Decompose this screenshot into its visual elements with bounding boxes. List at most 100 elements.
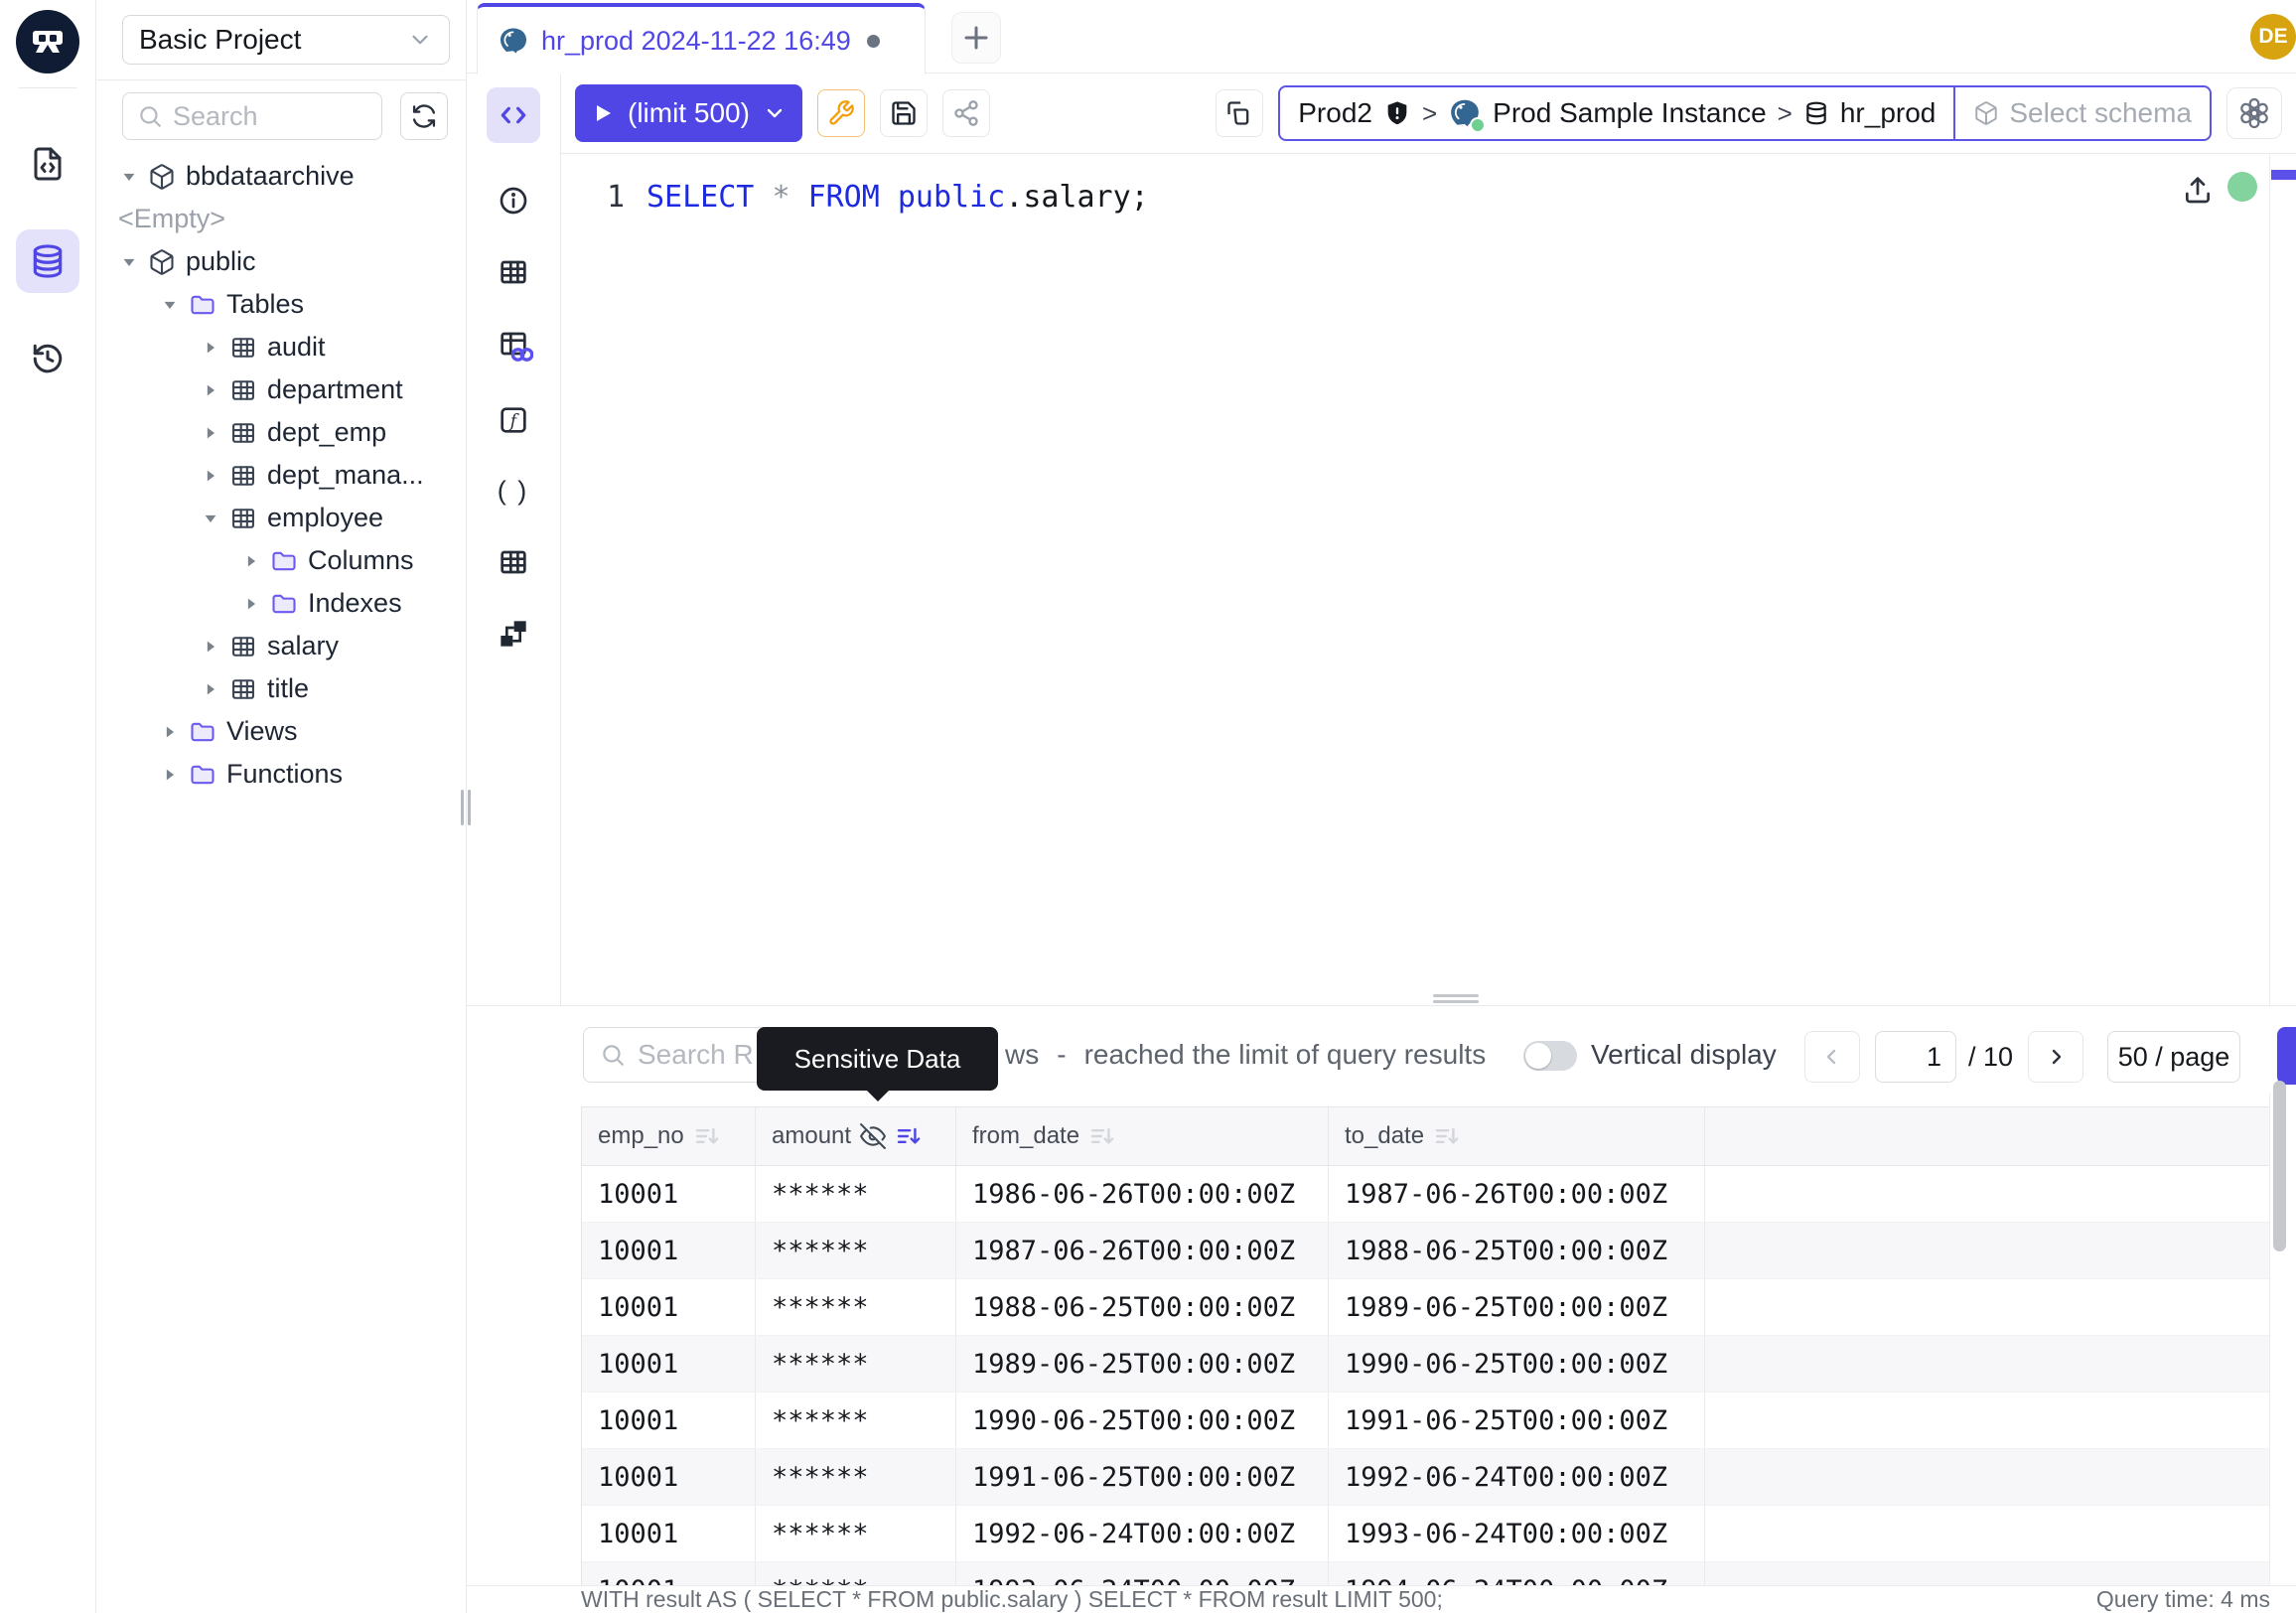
tree-item-bbdataarchive[interactable]: bbdataarchive — [96, 155, 466, 198]
line-number: 1 — [585, 180, 625, 215]
table-icon — [228, 633, 258, 660]
caret-right-icon[interactable] — [240, 595, 262, 613]
table-icon[interactable] — [498, 546, 529, 578]
parentheses-icon[interactable]: ( ) — [498, 476, 529, 507]
caret-right-icon[interactable] — [200, 424, 221, 442]
table-row[interactable]: 10001******1991-06-25T00:00:00Z1992-06-2… — [582, 1449, 2269, 1506]
prev-page-button[interactable] — [1804, 1031, 1860, 1083]
caret-right-icon[interactable] — [200, 638, 221, 656]
row-count-text: ws — [1005, 1039, 1039, 1071]
tree-item-views[interactable]: Views — [96, 710, 466, 753]
table-row[interactable]: 10001******1990-06-25T00:00:00Z1991-06-2… — [582, 1393, 2269, 1449]
tree-item-label: Tables — [226, 289, 304, 320]
column-header-amount[interactable]: amount — [756, 1107, 956, 1165]
sql-editor[interactable]: 1 SELECT * FROM public.salary; — [561, 154, 2296, 1005]
rail-item-worksheet[interactable] — [16, 132, 79, 196]
upload-icon[interactable] — [2182, 174, 2214, 206]
user-avatar[interactable]: DE — [2250, 14, 2296, 60]
sidebar-search-input[interactable] — [173, 101, 352, 132]
sort-icon[interactable] — [895, 1122, 923, 1150]
editor-gutter: f ( ) — [467, 73, 561, 1005]
export-button[interactable] — [2277, 1027, 2296, 1085]
column-header-from_date[interactable]: from_date — [956, 1107, 1329, 1165]
tree-item-title[interactable]: title — [96, 667, 466, 710]
batch-query-button[interactable] — [1216, 89, 1263, 137]
table-row[interactable]: 10001******1988-06-25T00:00:00Z1989-06-2… — [582, 1279, 2269, 1336]
caret-right-icon[interactable] — [159, 766, 181, 784]
table-row[interactable]: 10001******1989-06-25T00:00:00Z1990-06-2… — [582, 1336, 2269, 1393]
connection-breadcrumb[interactable]: Prod2 > Prod Sample Instance > — [1278, 85, 2212, 141]
caret-down-icon[interactable] — [159, 296, 181, 314]
folder-icon — [269, 547, 299, 575]
page-size-select[interactable]: 50 / page — [2107, 1031, 2240, 1083]
ai-assistant-button[interactable] — [2226, 87, 2282, 139]
column-header-emp_no[interactable]: emp_no — [582, 1107, 756, 1165]
project-select[interactable]: Basic Project — [122, 15, 450, 65]
vertical-display-toggle[interactable] — [1523, 1041, 1577, 1071]
schema-diagram-icon[interactable] — [498, 618, 529, 650]
editor-scroll-thumb[interactable] — [2271, 170, 2296, 180]
table-row[interactable]: 10001******1986-06-26T00:00:00Z1987-06-2… — [582, 1166, 2269, 1223]
sort-icon[interactable] — [693, 1122, 721, 1150]
tree-item-functions[interactable]: Functions — [96, 753, 466, 796]
page-number-input[interactable] — [1875, 1031, 1956, 1083]
add-tab-button[interactable] — [951, 12, 1001, 64]
results-table[interactable]: emp_noamount from_date to_date 10001******… — [581, 1106, 2269, 1585]
tree-item-public[interactable]: public — [96, 240, 466, 283]
tree-item-salary[interactable]: salary — [96, 625, 466, 667]
format-sql-button[interactable] — [817, 89, 865, 137]
caret-right-icon[interactable] — [200, 467, 221, 485]
caret-down-icon[interactable] — [118, 168, 140, 186]
table-row[interactable]: 10001******1993-06-24T00:00:00Z1994-06-2… — [582, 1562, 2269, 1585]
sidebar-search[interactable] — [122, 92, 382, 140]
tree-item-employee[interactable]: employee — [96, 497, 466, 539]
folder-icon — [269, 590, 299, 618]
tab-title: hr_prod 2024-11-22 16:49 — [541, 26, 851, 57]
table-row[interactable]: 10001******1987-06-26T00:00:00Z1988-06-2… — [582, 1223, 2269, 1279]
query-time: Query time: 4 ms — [2096, 1586, 2270, 1613]
sidebar-resize-handle[interactable] — [461, 790, 471, 825]
wrench-icon — [827, 99, 855, 127]
save-button[interactable] — [880, 89, 928, 137]
results-scrollbar[interactable] — [2273, 1081, 2286, 1251]
batch-query-icon — [1225, 99, 1253, 127]
tree-item-tables[interactable]: Tables — [96, 283, 466, 326]
tree-item-department[interactable]: department — [96, 368, 466, 411]
column-label: from_date — [972, 1122, 1079, 1150]
code-mode-toggle[interactable] — [487, 87, 540, 143]
masked-table-icon[interactable] — [498, 328, 529, 365]
tree-item-columns[interactable]: Columns — [96, 539, 466, 582]
column-header-to_date[interactable]: to_date — [1329, 1107, 1705, 1165]
tree-item-dept-mana-[interactable]: dept_mana... — [96, 454, 466, 497]
tree-item-indexes[interactable]: Indexes — [96, 582, 466, 625]
caret-down-icon[interactable] — [118, 253, 140, 271]
panel-resize-handle[interactable] — [1433, 994, 1479, 1003]
rail-item-history[interactable] — [16, 327, 79, 390]
cell-filler — [1705, 1223, 2269, 1278]
schema-select[interactable]: Select schema — [1955, 87, 2210, 139]
function-icon[interactable]: f — [498, 404, 529, 436]
caret-right-icon[interactable] — [200, 339, 221, 357]
run-query-button[interactable]: (limit 500) — [575, 84, 802, 142]
caret-right-icon[interactable] — [240, 552, 262, 570]
caret-right-icon[interactable] — [200, 381, 221, 399]
caret-right-icon[interactable] — [200, 680, 221, 698]
worksheet-tab[interactable]: hr_prod 2024-11-22 16:49 — [477, 3, 926, 74]
info-icon[interactable] — [498, 185, 529, 217]
refresh-button[interactable] — [400, 92, 448, 140]
bytebase-logo[interactable] — [16, 10, 79, 73]
sort-icon[interactable] — [1433, 1122, 1461, 1150]
schema-icon — [147, 248, 177, 276]
next-page-button[interactable] — [2028, 1031, 2083, 1083]
table-row[interactable]: 10001******1992-06-24T00:00:00Z1993-06-2… — [582, 1506, 2269, 1562]
caret-down-icon[interactable] — [200, 510, 221, 527]
caret-right-icon[interactable] — [159, 723, 181, 741]
sql-line: 1 SELECT * FROM public.salary; — [561, 154, 2296, 215]
tree-item--empty-[interactable]: <Empty> — [96, 198, 466, 240]
share-button[interactable] — [942, 89, 990, 137]
sort-icon[interactable] — [1088, 1122, 1116, 1150]
tree-item-audit[interactable]: audit — [96, 326, 466, 368]
table-icon[interactable] — [498, 256, 529, 288]
rail-item-database[interactable] — [16, 229, 79, 293]
tree-item-dept-emp[interactable]: dept_emp — [96, 411, 466, 454]
